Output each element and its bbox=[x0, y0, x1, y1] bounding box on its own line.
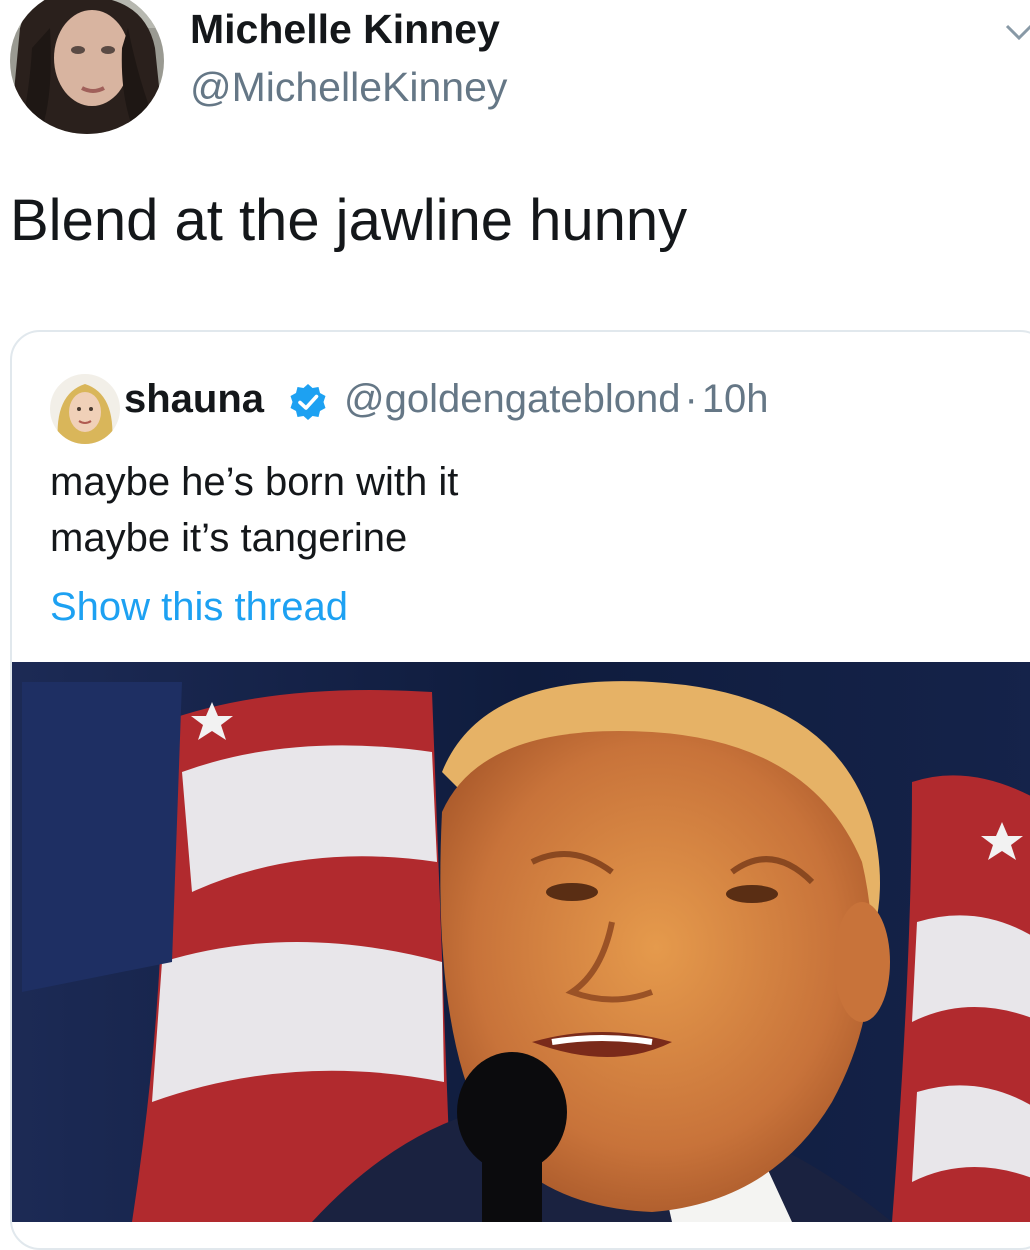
author-avatar[interactable] bbox=[10, 0, 164, 134]
quoted-tweet-time[interactable]: 10h bbox=[702, 377, 769, 421]
meta-separator: · bbox=[684, 377, 698, 421]
quoted-author-meta: @goldengateblond · 10h bbox=[344, 376, 769, 422]
verified-badge-icon bbox=[290, 384, 326, 420]
chevron-down-icon[interactable] bbox=[1004, 22, 1030, 42]
author-handle[interactable]: @MichelleKinney bbox=[190, 64, 507, 111]
quoted-tweet-card[interactable]: shauna @goldengateblond · 10h maybe he’s b… bbox=[10, 330, 1030, 1250]
quoted-tweet-line: maybe it’s tangerine bbox=[50, 516, 408, 560]
quoted-tweet-photo[interactable] bbox=[12, 662, 1030, 1222]
quoted-author-avatar[interactable] bbox=[50, 374, 120, 444]
quoted-author-handle[interactable]: @goldengateblond bbox=[344, 377, 680, 421]
show-thread-link[interactable]: Show this thread bbox=[50, 584, 348, 630]
tweet-text: Blend at the jawline hunny bbox=[10, 188, 688, 253]
quoted-tweet-text: maybe he’s born with it maybe it’s tange… bbox=[50, 454, 458, 566]
author-name[interactable]: Michelle Kinney bbox=[190, 6, 500, 53]
quoted-tweet-line: maybe he’s born with it bbox=[50, 460, 459, 504]
quoted-author-name[interactable]: shauna bbox=[124, 376, 264, 422]
